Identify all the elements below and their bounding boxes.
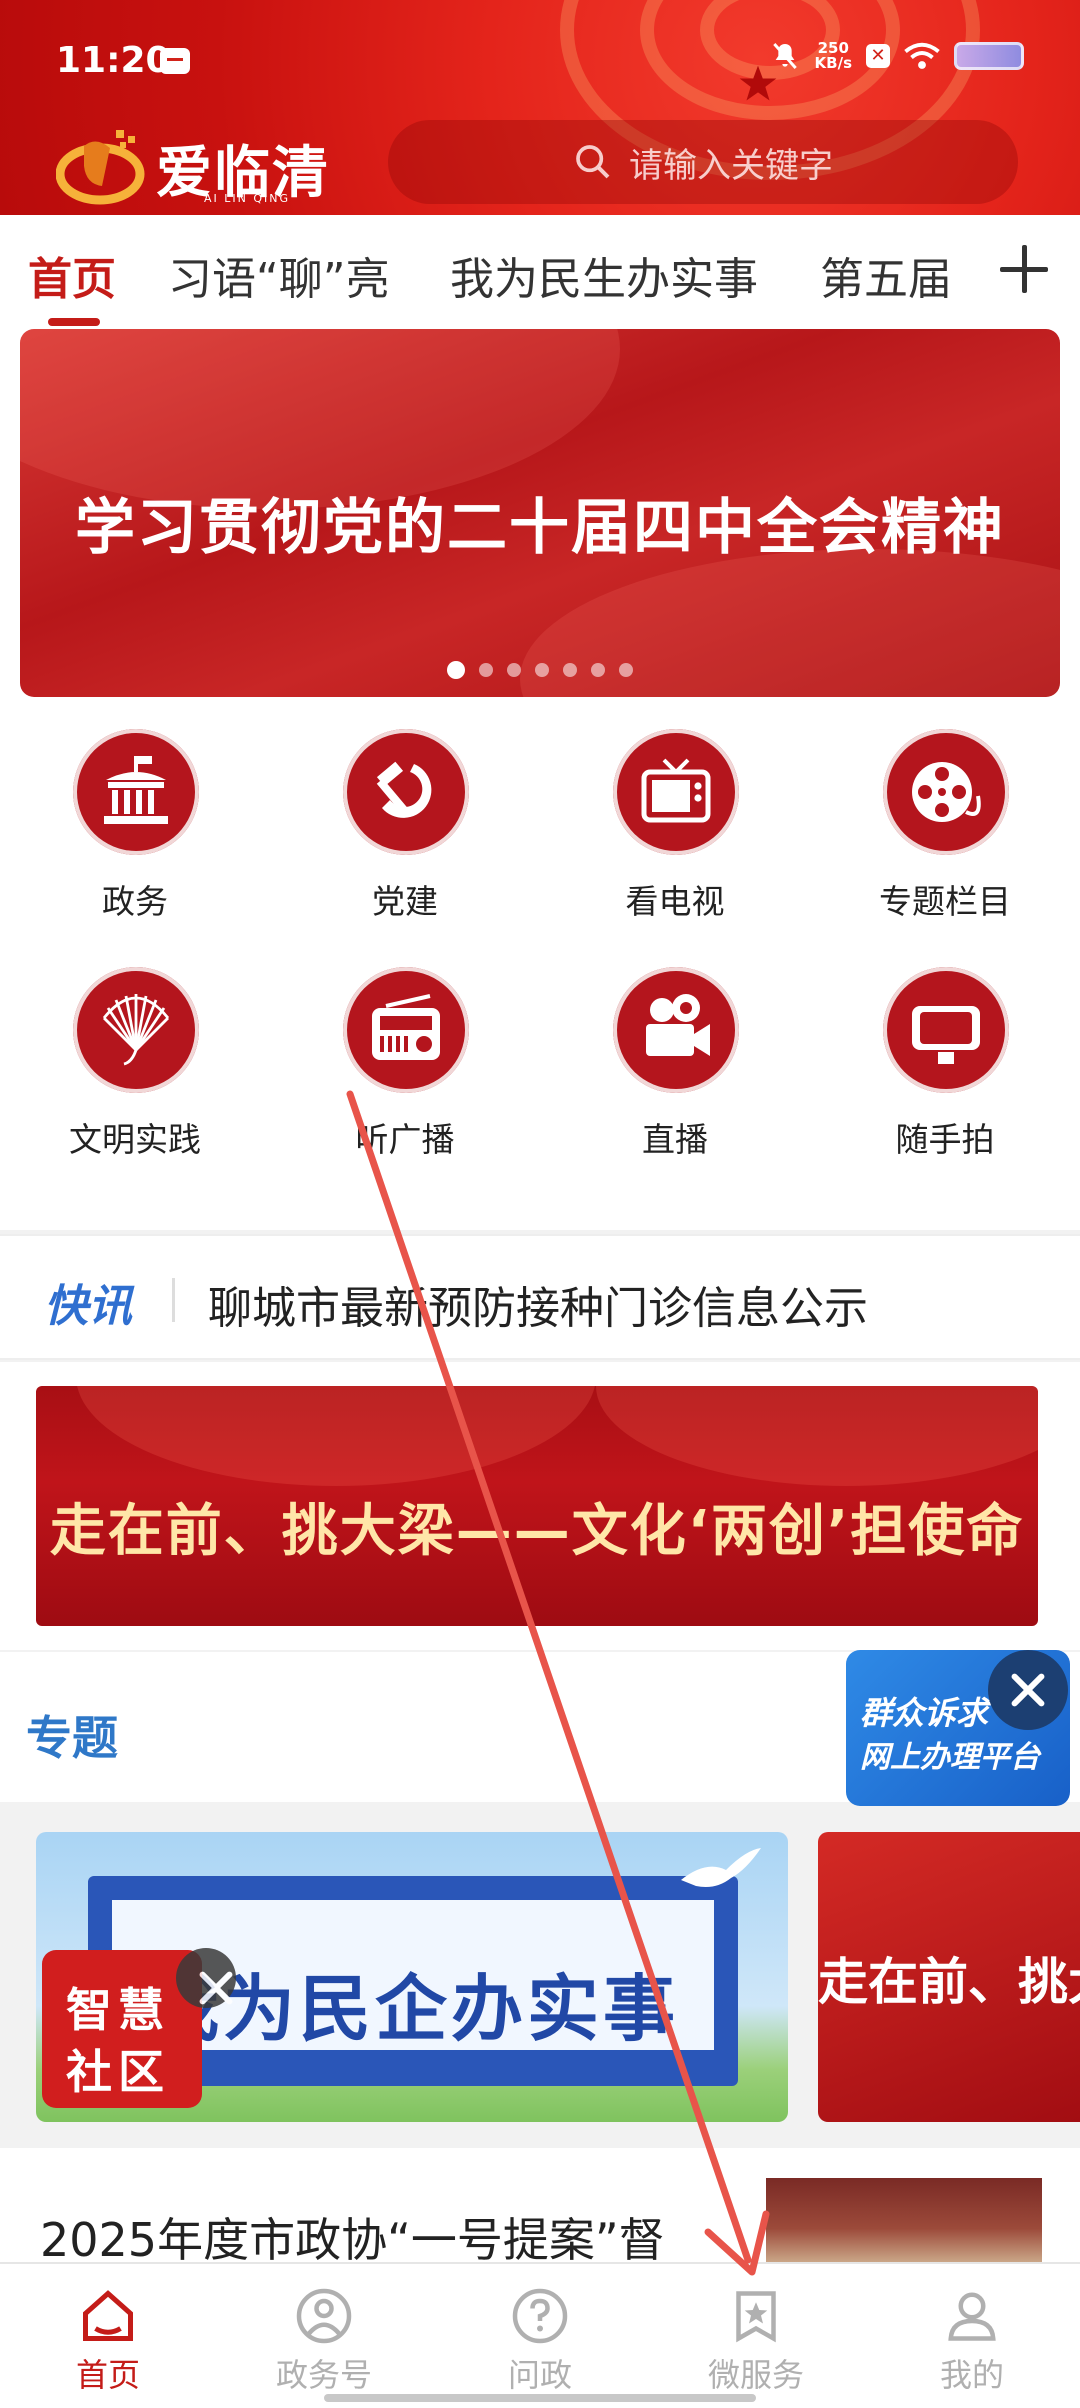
carousel-dot[interactable]: [479, 663, 493, 677]
grid-item-government[interactable]: 政务: [0, 705, 270, 943]
appeal-line1: 群众诉求: [860, 1694, 989, 1732]
video-camera-icon: [613, 967, 739, 1093]
net-speed: 250 KB/s: [815, 41, 852, 71]
app-logo: 爱临清 AI LIN QING: [56, 120, 346, 210]
grid-item-live[interactable]: 直播: [540, 943, 810, 1181]
appeal-line2: 网上办理平台: [860, 1740, 1040, 1775]
community-line2: 社区: [66, 2045, 170, 2099]
mute-icon: [772, 43, 797, 69]
hero-banner[interactable]: 学习贯彻党的二十届四中全会精神: [20, 329, 1060, 697]
promo-section: 走在前、挑大梁——文化‘两创’担使命: [0, 1362, 1080, 1650]
promo-decoration: [76, 1386, 596, 1486]
net-speed-unit: KB/s: [814, 54, 852, 72]
grid-item-label: 政务: [102, 882, 168, 921]
nav-label: 政务号: [275, 2356, 372, 2394]
nav-government-account[interactable]: 政务号: [216, 2264, 432, 2408]
community-line1: 智慧: [66, 1983, 170, 2037]
home-indicator: [324, 2394, 756, 2402]
grid-item-tv[interactable]: 看电视: [540, 705, 810, 943]
profile-icon: [948, 2292, 996, 2341]
topics-label: 专题: [26, 1711, 118, 1765]
grid-item-civilization[interactable]: 文明实践: [0, 943, 270, 1181]
app-header: 11:20 250 KB/s ✕ 爱临清 AI LIN QING 请输入关键字: [0, 0, 1080, 215]
star-bookmark-icon: [736, 2291, 776, 2343]
nav-micro-service[interactable]: 微服务: [648, 2264, 864, 2408]
wifi-icon: [904, 42, 940, 69]
x-app-icon: ✕: [866, 44, 890, 68]
bottom-navigation: 首页 政务号 问政 微服务 我的: [0, 2262, 1080, 2408]
tv-icon: [613, 729, 739, 855]
carousel-dot[interactable]: [563, 663, 577, 677]
status-time: 11:20: [56, 40, 171, 81]
carousel-dot[interactable]: [535, 663, 549, 677]
grid-item-label: 听广播: [355, 1120, 455, 1159]
nav-profile[interactable]: 我的: [864, 2264, 1080, 2408]
carousel-dot[interactable]: [619, 663, 633, 677]
promo-decoration: [596, 1386, 1038, 1486]
dove-icon: [681, 1848, 761, 1887]
close-community-button[interactable]: [176, 1948, 236, 2008]
carousel-dot[interactable]: [447, 661, 465, 679]
add-channel-icon[interactable]: [992, 237, 1056, 301]
tab-xi-quotes[interactable]: 习语“聊”亮: [168, 243, 390, 307]
government-account-icon: [296, 2288, 352, 2344]
grid-item-label: 专题栏目: [879, 882, 1011, 921]
active-tab-indicator: [48, 318, 100, 326]
news-flash-divider: [172, 1278, 175, 1322]
channel-tabs: 首页 习语“聊”亮 我为民生办实事 第五届: [0, 215, 1080, 327]
status-bar: 11:20 250 KB/s ✕: [0, 0, 1080, 120]
topic-card-title: 走在前、挑大: [818, 1953, 1080, 2011]
grid-item-label: 看电视: [625, 882, 725, 921]
tab-fifth-session[interactable]: 第五届: [820, 243, 952, 307]
nav-label: 问政: [507, 2356, 572, 2394]
grid-item-radio[interactable]: 听广播: [270, 943, 540, 1181]
close-appeal-button[interactable]: [988, 1650, 1068, 1730]
tab-home[interactable]: 首页: [28, 243, 116, 307]
nav-label: 微服务: [707, 2356, 804, 2394]
grid-item-topics[interactable]: 专题栏目: [810, 705, 1080, 943]
battery-icon: [954, 42, 1024, 70]
banner-section: 学习贯彻党的二十届四中全会精神: [0, 327, 1080, 705]
nav-label: 首页: [75, 2356, 140, 2394]
news-flash[interactable]: 快讯 聊城市最新预防接种门诊信息公示: [0, 1234, 1080, 1360]
grid-item-label: 直播: [642, 1120, 708, 1159]
grid-item-label: 文明实践: [69, 1120, 201, 1159]
nav-label: 我的: [939, 2356, 1004, 2394]
grid-item-label: 随手拍: [895, 1120, 995, 1159]
topic-card[interactable]: 走在前、挑大: [818, 1832, 1080, 2122]
film-reel-icon: [883, 729, 1009, 855]
search-bar[interactable]: 请输入关键字: [388, 120, 1018, 204]
banner-title: 学习贯彻党的二十届四中全会精神: [75, 493, 1005, 563]
carousel-dots: [20, 661, 1060, 679]
news-flash-tag: 快讯: [44, 1281, 132, 1332]
feature-grid: 政务 党建 看电视 专题栏目 文明实践 听广播 直播 随手拍: [0, 705, 1080, 1230]
message-icon: [160, 48, 190, 74]
search-placeholder: 请输入关键字: [629, 145, 833, 186]
promo-banner[interactable]: 走在前、挑大梁——文化‘两创’担使命: [36, 1386, 1038, 1626]
nav-home[interactable]: 首页: [0, 2264, 216, 2408]
logo-mark-icon: [56, 130, 145, 205]
carousel-dot[interactable]: [591, 663, 605, 677]
article-item[interactable]: 2025年度市政协“一号提案”督: [0, 2148, 1080, 2267]
grid-item-snapshot[interactable]: 随手拍: [810, 943, 1080, 1181]
promo-title: 走在前、挑大梁——文化‘两创’担使命: [49, 1499, 1025, 1564]
tab-livelihood[interactable]: 我为民生办实事: [450, 243, 758, 307]
article-title: 2025年度市政协“一号提案”督: [40, 2213, 665, 2267]
hammer-sickle-icon: [343, 729, 469, 855]
carousel-dot[interactable]: [507, 663, 521, 677]
radio-icon: [343, 967, 469, 1093]
grid-item-party[interactable]: 党建: [270, 705, 540, 943]
grid-item-label: 党建: [372, 882, 438, 921]
question-icon: [512, 2288, 568, 2344]
news-flash-text[interactable]: 聊城市最新预防接种门诊信息公示: [208, 1272, 868, 1336]
government-building-icon: [73, 729, 199, 855]
phone-camera-icon: [883, 967, 1009, 1093]
search-icon: [576, 145, 610, 179]
app-name-latin: AI LIN QING: [204, 192, 291, 205]
nav-inquiry[interactable]: 问政: [432, 2264, 648, 2408]
home-icon: [83, 2290, 133, 2341]
article-thumbnail: [766, 2178, 1042, 2262]
fan-icon: [73, 967, 199, 1093]
